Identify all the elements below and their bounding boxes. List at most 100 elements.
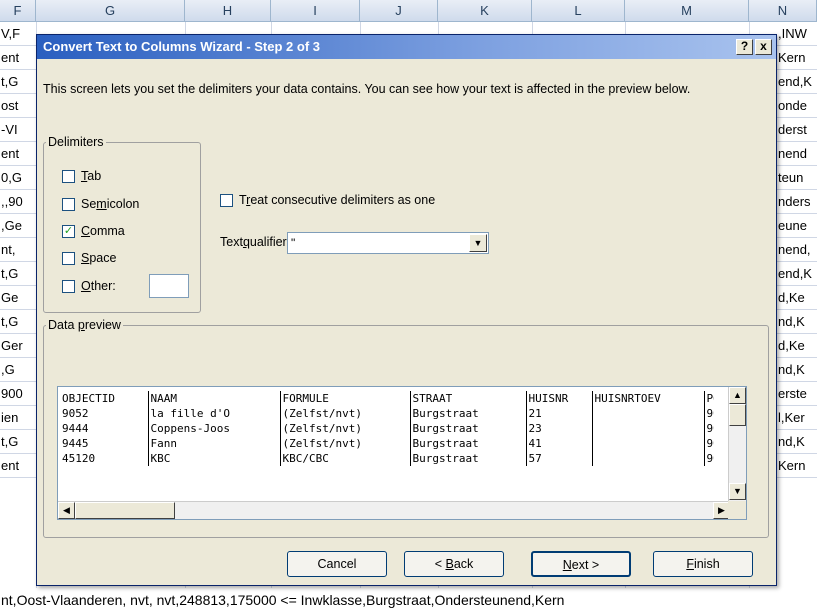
preview-cell: 90 — [703, 421, 714, 436]
data-preview-legend: Data preview — [48, 318, 121, 332]
other-delimiter-input[interactable] — [149, 274, 189, 298]
cell-f[interactable]: ent — [0, 454, 36, 478]
column-header-m[interactable]: M — [625, 0, 749, 22]
text-qualifier-select[interactable]: " ▼ — [287, 232, 489, 254]
cell-f[interactable]: nt, — [0, 238, 36, 262]
cell-f[interactable]: t,G — [0, 430, 36, 454]
comma-checkbox[interactable]: ✓ Comma — [62, 224, 125, 238]
semicolon-checkbox[interactable]: Semicolon — [62, 197, 139, 211]
preview-cell: KBC/CBC — [279, 451, 410, 466]
preview-cell: (Zelfst/nvt) — [279, 436, 410, 451]
column-header-i[interactable]: I — [271, 0, 360, 22]
cell-f[interactable]: t,G — [0, 310, 36, 334]
back-button[interactable]: < Back — [404, 551, 504, 577]
cell-f[interactable]: ,,90 — [0, 190, 36, 214]
preview-cell: HUISNRTOEV — [591, 391, 704, 406]
cell-n[interactable]: d,Ke — [777, 286, 817, 310]
vertical-scroll-thumb[interactable] — [729, 404, 746, 426]
cell-n[interactable]: eune — [777, 214, 817, 238]
preview-cell: 90 — [703, 406, 714, 421]
cell-row-text[interactable]: nt,Oost-Vlaanderen, nvt, nvt,248813,1750… — [0, 588, 817, 612]
checkbox-box[interactable] — [62, 251, 75, 265]
checkbox-label: Other: — [81, 279, 116, 293]
preview-cell: Burgstraat — [409, 421, 526, 436]
cell-n[interactable]: Kern — [777, 454, 817, 478]
cell-f[interactable]: t,G — [0, 70, 36, 94]
next-button[interactable]: Next > — [531, 551, 631, 577]
cell-n[interactable]: l,Ker — [777, 406, 817, 430]
checkbox-label: Space — [81, 251, 117, 265]
column-header-k[interactable]: K — [438, 0, 532, 22]
cell-f[interactable]: t,G — [0, 262, 36, 286]
cell-n[interactable]: nd,K — [777, 430, 817, 454]
preview-cell: 9052 — [62, 407, 89, 420]
data-preview-pane[interactable]: OBJECTID NAAM FORMULE STRAAT HUISNR HUISNRTOE… — [57, 386, 747, 520]
cell-f[interactable]: V,F — [0, 22, 36, 46]
cell-f[interactable]: ,G — [0, 358, 36, 382]
cell-n[interactable]: nend, — [777, 238, 817, 262]
preview-row: 9444 Coppens-Joos (Zelfst/nvt) Burgstraat 23… — [60, 421, 714, 436]
cell-n[interactable]: end,K — [777, 262, 817, 286]
cell-f[interactable]: ien — [0, 406, 36, 430]
cell-n[interactable]: nd,K — [777, 358, 817, 382]
cell-n[interactable]: onde — [777, 94, 817, 118]
cell-n[interactable]: Kern — [777, 46, 817, 70]
column-header-g[interactable]: G — [36, 0, 185, 22]
dropdown-arrow-icon[interactable]: ▼ — [469, 234, 487, 252]
cell-f[interactable]: Ger — [0, 334, 36, 358]
cell-n[interactable]: erste — [777, 382, 817, 406]
column-header-j[interactable]: J — [360, 0, 438, 22]
cell-n[interactable]: ,INW — [777, 22, 817, 46]
cell-f[interactable]: Ge — [0, 286, 36, 310]
cell-f[interactable]: ent — [0, 142, 36, 166]
checkbox-box[interactable] — [220, 193, 233, 207]
column-header-f[interactable]: F — [0, 0, 36, 22]
checkbox-box[interactable] — [62, 197, 75, 211]
preview-cell: 41 — [525, 436, 592, 451]
cell-f[interactable]: -VI — [0, 118, 36, 142]
tab-checkbox[interactable]: Tab — [62, 169, 101, 183]
preview-cell: 21 — [525, 406, 592, 421]
preview-cell: 9444 — [62, 422, 89, 435]
cancel-button[interactable]: Cancel — [287, 551, 387, 577]
cell-n[interactable]: end,K — [777, 70, 817, 94]
cell-n[interactable]: nend — [777, 142, 817, 166]
preview-horizontal-scrollbar[interactable]: ◀ ▶ — [58, 501, 730, 519]
checkbox-label: Semicolon — [81, 197, 140, 211]
cell-f[interactable]: 900 — [0, 382, 36, 406]
horizontal-scroll-thumb[interactable] — [75, 502, 175, 519]
space-checkbox[interactable]: Space — [62, 251, 116, 265]
preview-cell — [591, 436, 704, 451]
column-header-l[interactable]: L — [532, 0, 625, 22]
treat-consecutive-checkbox[interactable]: Treat consecutive delimiters as one — [220, 193, 435, 207]
scroll-up-icon[interactable]: ▲ — [729, 387, 746, 404]
dialog-titlebar[interactable]: Convert Text to Columns Wizard - Step 2 … — [37, 35, 776, 59]
preview-cell: OBJECTID — [62, 392, 115, 405]
checkmark-icon[interactable]: ✓ — [62, 224, 75, 238]
cell-n[interactable]: derst — [777, 118, 817, 142]
preview-cell: Fann — [147, 436, 280, 451]
cell-f[interactable]: ost — [0, 94, 36, 118]
cell-n[interactable]: d,Ke — [777, 334, 817, 358]
column-header-n[interactable]: N — [749, 0, 817, 22]
other-checkbox[interactable]: Other: — [62, 279, 116, 293]
cell-n[interactable]: nders — [777, 190, 817, 214]
cell-n[interactable]: teun — [777, 166, 817, 190]
checkbox-box[interactable] — [62, 279, 75, 293]
cell-f[interactable]: 0,G — [0, 166, 36, 190]
preview-table: OBJECTID NAAM FORMULE STRAAT HUISNR HUISNRTOE… — [60, 391, 714, 466]
cell-n[interactable]: nd,K — [777, 310, 817, 334]
preview-cell: la fille d'O — [147, 406, 280, 421]
preview-cell: Coppens-Joos — [147, 421, 280, 436]
delimiters-legend: Delimiters — [48, 135, 104, 149]
finish-button[interactable]: Finish — [653, 551, 753, 577]
scroll-left-icon[interactable]: ◀ — [58, 502, 75, 519]
checkbox-box[interactable] — [62, 169, 75, 183]
column-header-h[interactable]: H — [185, 0, 271, 22]
help-button[interactable]: ? — [736, 39, 753, 55]
scroll-down-icon[interactable]: ▼ — [729, 483, 746, 500]
cell-f[interactable]: ent — [0, 46, 36, 70]
preview-vertical-scrollbar[interactable]: ▲ ▼ — [728, 387, 746, 501]
cell-f[interactable]: ,Ge — [0, 214, 36, 238]
close-button[interactable]: x — [755, 39, 772, 55]
